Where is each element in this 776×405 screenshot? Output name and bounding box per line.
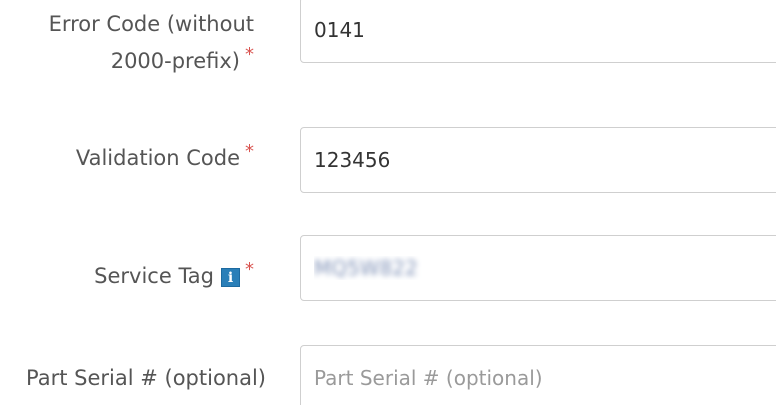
- part-serial-input[interactable]: [300, 345, 776, 405]
- info-icon[interactable]: i: [221, 268, 240, 287]
- validation-code-label: Validation Code *: [75, 141, 254, 175]
- part-serial-label: Part Serial # (optional): [26, 366, 266, 390]
- validation-code-input[interactable]: [300, 127, 776, 193]
- error-code-input[interactable]: [300, 0, 776, 63]
- error-code-form: Error Code (without 2000-prefix)* Valida…: [0, 0, 776, 405]
- error-code-label-line1: Error Code (without: [48, 12, 254, 36]
- required-asterisk: *: [245, 259, 254, 280]
- validation-code-label-text: Validation Code: [75, 146, 240, 170]
- required-asterisk: *: [245, 141, 254, 162]
- error-code-label-line2: 2000-prefix): [110, 49, 240, 73]
- error-code-label: Error Code (without 2000-prefix) *: [49, 6, 254, 81]
- service-tag-input[interactable]: [300, 235, 776, 301]
- service-tag-label: Service Tag i *: [94, 259, 254, 293]
- required-asterisk: *: [245, 44, 254, 65]
- service-tag-label-text: Service Tag: [94, 264, 214, 288]
